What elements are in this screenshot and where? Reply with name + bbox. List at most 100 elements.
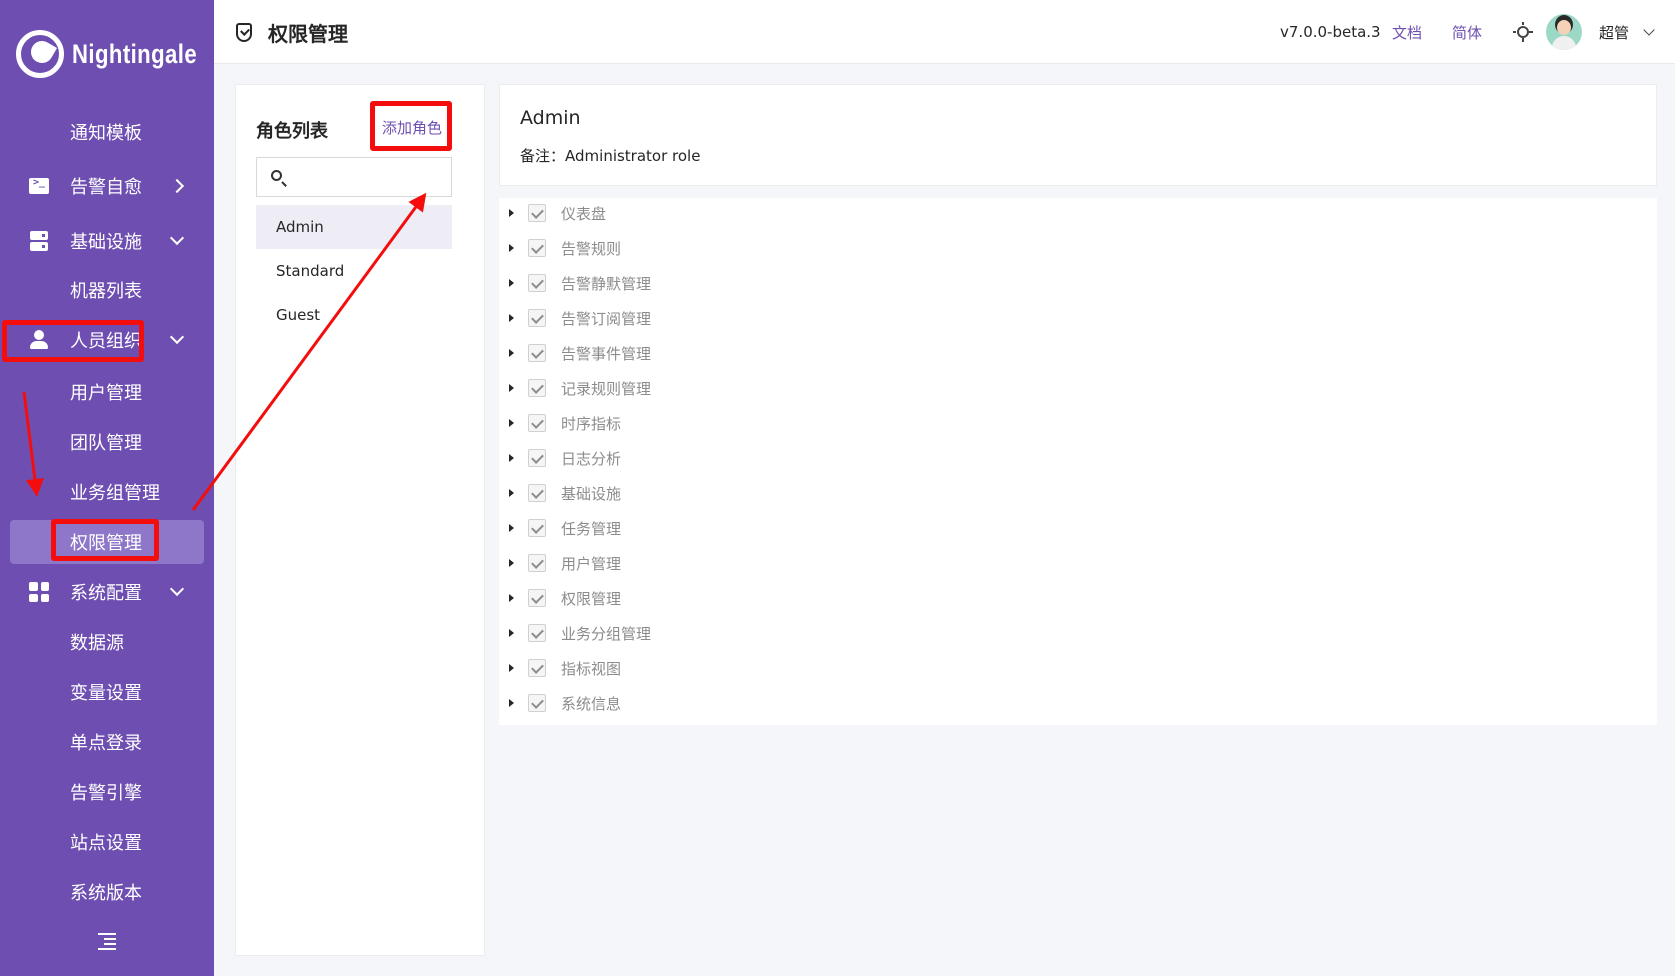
sidebar-item-site-settings[interactable]: 站点设置 <box>0 820 214 864</box>
permission-label: 仪表盘 <box>561 204 607 223</box>
sidebar-item-machine-list[interactable]: 机器列表 <box>0 268 214 312</box>
tree-node-job-management: 任务管理 <box>499 513 1099 543</box>
user-name[interactable]: 超管 <box>1599 0 1629 64</box>
permission-label: 系统信息 <box>561 694 622 713</box>
sidebar-item-system-version[interactable]: 系统版本 <box>0 870 214 914</box>
caret-right-icon[interactable] <box>509 454 514 462</box>
sidebar-item-infrastructure[interactable]: 基础设施 <box>0 219 214 263</box>
permission-checkbox[interactable] <box>528 204 546 222</box>
sidebar-item-label: 单点登录 <box>70 733 142 754</box>
permission-checkbox[interactable] <box>528 274 546 292</box>
collapse-menu-icon[interactable] <box>98 933 116 950</box>
permission-label: 任务管理 <box>561 519 622 538</box>
role-name: Admin <box>520 107 581 129</box>
tree-node-alert-subscribes: 告警订阅管理 <box>499 303 1099 333</box>
permission-checkbox[interactable] <box>528 414 546 432</box>
tree-node-business-groups: 业务分组管理 <box>499 618 1099 648</box>
role-note-label: 备注： <box>520 147 566 165</box>
user-menu-toggle[interactable] <box>1643 0 1655 64</box>
role-note-value: Administrator role <box>565 147 701 165</box>
role-search-box[interactable] <box>256 157 452 197</box>
permission-checkbox[interactable] <box>528 589 546 607</box>
tree-node-infrastructure: 基础设施 <box>499 478 1099 508</box>
role-item-standard[interactable]: Standard <box>256 249 452 293</box>
page-title: 权限管理 <box>268 21 348 46</box>
caret-right-icon[interactable] <box>509 664 514 672</box>
chevron-down-icon <box>169 581 185 597</box>
permission-checkbox[interactable] <box>528 344 546 362</box>
sidebar-item-business-group[interactable]: 业务组管理 <box>0 470 214 514</box>
chevron-down-icon <box>1643 23 1655 36</box>
permission-label: 用户管理 <box>561 554 622 573</box>
caret-right-icon[interactable] <box>509 279 514 287</box>
top-header: 权限管理 v7.0.0-beta.3 文档 简体 超管 <box>214 0 1675 64</box>
caret-right-icon[interactable] <box>509 209 514 217</box>
caret-right-icon[interactable] <box>509 384 514 392</box>
permission-checkbox[interactable] <box>528 694 546 712</box>
caret-right-icon[interactable] <box>509 489 514 497</box>
permission-checkbox[interactable] <box>528 449 546 467</box>
version-label: v7.0.0-beta.3 <box>1280 23 1381 41</box>
permission-checkbox[interactable] <box>528 239 546 257</box>
caret-right-icon[interactable] <box>509 349 514 357</box>
sidebar-item-label: 数据源 <box>70 633 124 654</box>
sidebar-item-team-management[interactable]: 团队管理 <box>0 420 214 464</box>
language-switch[interactable]: 简体 <box>1452 0 1482 64</box>
permission-checkbox[interactable] <box>528 519 546 537</box>
sidebar-item-label: 系统版本 <box>70 883 142 904</box>
permission-label: 日志分析 <box>561 449 622 468</box>
tree-node-metric-views: 指标视图 <box>499 653 1099 683</box>
chevron-right-icon <box>169 178 185 194</box>
sidebar-item-label: 告警引擎 <box>70 783 142 804</box>
role-item-admin[interactable]: Admin <box>256 205 452 249</box>
caret-right-icon[interactable] <box>509 524 514 532</box>
tree-node-user-management: 用户管理 <box>499 548 1099 578</box>
sidebar-item-label: 系统配置 <box>70 583 142 604</box>
caret-right-icon[interactable] <box>509 629 514 637</box>
brand-logo[interactable]: Nightingale <box>16 24 225 84</box>
permission-checkbox[interactable] <box>528 379 546 397</box>
tree-node-alert-rules: 告警规则 <box>499 233 1099 263</box>
sidebar-item-permissions[interactable]: 权限管理 <box>10 520 204 564</box>
sidebar-item-datasource[interactable]: 数据源 <box>0 620 214 664</box>
shield-check-icon <box>236 22 252 42</box>
caret-right-icon[interactable] <box>509 314 514 322</box>
permission-label: 业务分组管理 <box>561 624 652 643</box>
add-role-button[interactable]: 添加角色 <box>382 117 442 138</box>
caret-right-icon[interactable] <box>509 594 514 602</box>
sidebar-item-org[interactable]: 人员组织 <box>0 318 214 362</box>
theme-toggle[interactable] <box>1513 0 1533 64</box>
caret-right-icon[interactable] <box>509 559 514 567</box>
docs-link[interactable]: 文档 <box>1392 0 1422 64</box>
tree-node-recording-rules: 记录规则管理 <box>499 373 1099 403</box>
permission-checkbox[interactable] <box>528 624 546 642</box>
role-item-guest[interactable]: Guest <box>256 293 452 337</box>
sidebar-item-label: 通知模板 <box>70 123 142 144</box>
role-search-input[interactable] <box>293 166 443 188</box>
caret-right-icon[interactable] <box>509 699 514 707</box>
chevron-down-icon <box>169 329 185 345</box>
permission-checkbox[interactable] <box>528 309 546 327</box>
brand-name: Nightingale <box>72 38 198 69</box>
permission-checkbox[interactable] <box>528 659 546 677</box>
user-avatar-wrap[interactable] <box>1546 0 1582 64</box>
server-icon <box>28 230 50 252</box>
permission-label: 告警静默管理 <box>561 274 652 293</box>
page-title-area: 权限管理 <box>236 0 348 64</box>
tree-node-system-info: 系统信息 <box>499 688 1099 718</box>
permission-checkbox[interactable] <box>528 484 546 502</box>
caret-right-icon[interactable] <box>509 419 514 427</box>
sidebar-item-alert-self-heal[interactable]: 告警自愈 <box>0 164 214 208</box>
sidebar-item-user-management[interactable]: 用户管理 <box>0 370 214 414</box>
role-list-panel: 角色列表 添加角色 Admin Standard Guest <box>235 84 485 956</box>
tree-node-alert-mutes: 告警静默管理 <box>499 268 1099 298</box>
sidebar-item-alert-engine[interactable]: 告警引擎 <box>0 770 214 814</box>
sidebar-item-system-config[interactable]: 系统配置 <box>0 570 214 614</box>
role-item-label: Standard <box>276 262 345 280</box>
sidebar-item-notify-template[interactable]: 通知模板 <box>0 110 214 154</box>
sidebar-item-sso[interactable]: 单点登录 <box>0 720 214 764</box>
sidebar-item-variables[interactable]: 变量设置 <box>0 670 214 714</box>
caret-right-icon[interactable] <box>509 244 514 252</box>
permission-checkbox[interactable] <box>528 554 546 572</box>
permission-label: 记录规则管理 <box>561 379 652 398</box>
